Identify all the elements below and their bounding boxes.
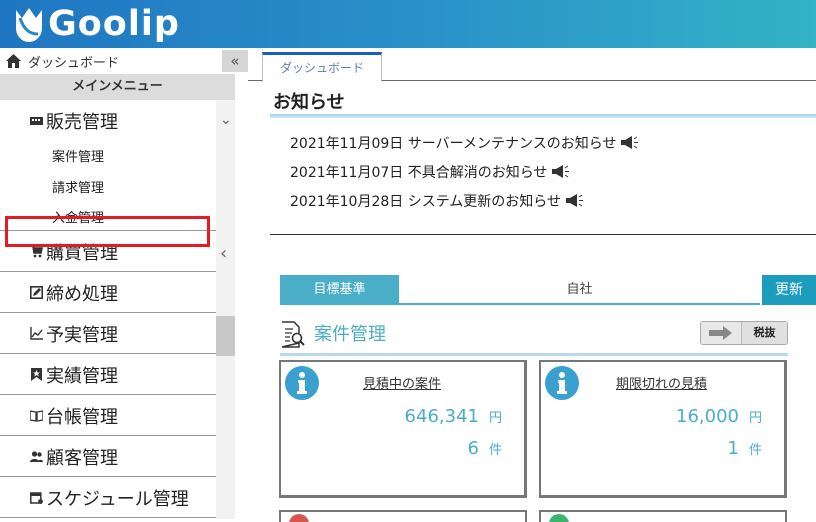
menu-item-closing-label: 締め処理 <box>46 284 118 305</box>
sidebar-scrollbar[interactable] <box>216 100 235 519</box>
card-title-link[interactable]: 見積中の案件 <box>363 373 441 392</box>
highlight-box <box>5 216 210 247</box>
megaphone-icon <box>552 165 570 178</box>
card-partial <box>539 510 787 522</box>
menu-item-results[interactable]: 実績管理 <box>0 354 216 395</box>
update-button[interactable]: 更新 <box>762 275 816 305</box>
submenu-projects[interactable]: 案件管理 <box>52 146 104 165</box>
sidebar: ダッシュボード « メインメニュー 販売管理 案件管理 請求管理 入金管理 購買… <box>0 48 248 519</box>
edit-icon <box>30 286 43 299</box>
logo-text: Goolip <box>48 4 180 44</box>
notice-list: 2021年11月09日 サーバーメンテナンスのお知らせ 2021年11月07日 … <box>290 128 640 215</box>
menu-item-budget[interactable]: 予実管理 <box>0 313 216 354</box>
tax-toggle[interactable]: 税抜 <box>700 321 788 345</box>
card-title-link[interactable]: 期限切れの見積 <box>616 373 707 392</box>
notice-text: 2021年11月07日 不具合解消のお知らせ <box>290 164 548 181</box>
app-header: Goolip <box>0 0 816 48</box>
notice-text: 2021年11月09日 サーバーメンテナンスのお知らせ <box>290 135 617 152</box>
menu-item-customers-label: 顧客管理 <box>46 448 118 469</box>
amount-unit: 円 <box>748 411 762 426</box>
sidebar-collapse-button[interactable]: « <box>222 50 248 72</box>
submenu-billing[interactable]: 請求管理 <box>52 177 104 196</box>
megaphone-icon <box>621 136 639 149</box>
count-value: 1 <box>727 438 739 459</box>
chart-icon <box>30 327 43 340</box>
card-count: 1件 <box>728 438 762 459</box>
menu-item-sales-header[interactable]: 販売管理 <box>0 100 216 141</box>
menu-item-schedule-label: スケジュール管理 <box>46 489 189 510</box>
chevron-down-icon[interactable]: ⌄ <box>220 112 232 128</box>
count-unit: 件 <box>488 443 502 458</box>
notice-title: お知らせ <box>273 92 345 113</box>
card-amount: 16,000 円 <box>676 406 762 427</box>
main-menu: 販売管理 案件管理 請求管理 入金管理 購買管理 締め処理 予実管理 実績管理 … <box>0 100 216 518</box>
menu-item-closing[interactable]: 締め処理 <box>0 272 216 313</box>
document-search-icon <box>281 321 305 348</box>
section-underline <box>280 353 788 356</box>
tab-bar: ダッシュボード <box>248 48 816 82</box>
notice-text: 2021年10月28日 システム更新のお知らせ <box>290 193 562 210</box>
menu-item-budget-label: 予実管理 <box>46 325 118 346</box>
status-icon <box>549 514 569 522</box>
count-unit: 件 <box>748 443 762 458</box>
logo[interactable]: Goolip <box>12 2 180 46</box>
dashboard-link-label: ダッシュボード <box>28 56 120 71</box>
megaphone-icon <box>566 194 584 207</box>
sidebar-dashboard-link[interactable]: ダッシュボード <box>0 48 248 74</box>
notice-title-underline <box>270 114 816 118</box>
menu-item-sales: 販売管理 案件管理 請求管理 入金管理 <box>0 100 216 231</box>
tulip-logo-icon <box>16 8 42 42</box>
amount-unit: 円 <box>488 411 502 426</box>
amount-value: 16,000 <box>676 406 739 427</box>
arrow-right-icon <box>701 322 741 344</box>
notice-item[interactable]: 2021年11月07日 不具合解消のお知らせ <box>290 157 640 186</box>
notice-item[interactable]: 2021年10月28日 システム更新のお知らせ <box>290 186 640 215</box>
book-icon <box>30 410 43 422</box>
home-icon <box>6 54 21 68</box>
users-icon <box>30 451 43 462</box>
register-icon <box>30 117 43 125</box>
card-partial <box>279 510 527 522</box>
info-icon <box>545 366 579 400</box>
sidebar-scrollbar-thumb[interactable] <box>216 316 235 356</box>
tab-dashboard[interactable]: ダッシュボード <box>262 52 382 82</box>
notice-divider <box>270 234 816 235</box>
section-title: 案件管理 <box>314 324 386 345</box>
amount-value: 646,341 <box>404 406 479 427</box>
bookmark-icon <box>31 368 42 381</box>
segment-own-company[interactable]: 自社 <box>399 275 760 304</box>
status-icon <box>289 514 309 522</box>
card-amount: 646,341 円 <box>405 406 502 427</box>
basis-segmented-control: 目標基準 自社 <box>280 275 760 305</box>
main-content: ダッシュボード お知らせ 2021年11月09日 サーバーメンテナンスのお知らせ… <box>248 48 816 522</box>
menu-item-results-label: 実績管理 <box>46 366 118 387</box>
info-icon <box>285 366 319 400</box>
main-menu-heading: メインメニュー <box>0 74 235 100</box>
calendar-icon <box>30 492 43 504</box>
card-expired-quotes: 期限切れの見積 16,000 円 1件 <box>539 360 787 498</box>
menu-item-ledger-label: 台帳管理 <box>46 407 118 428</box>
tax-toggle-label: 税抜 <box>741 322 787 344</box>
card-count: 6件 <box>468 438 502 459</box>
menu-item-customers[interactable]: 顧客管理 <box>0 436 216 477</box>
count-value: 6 <box>467 438 479 459</box>
menu-item-sales-label: 販売管理 <box>46 112 118 133</box>
segment-target-basis[interactable]: 目標基準 <box>280 275 399 304</box>
menu-item-schedule[interactable]: スケジュール管理 <box>0 477 216 518</box>
chevron-left-icon[interactable]: ‹ <box>220 243 227 264</box>
menu-item-ledger[interactable]: 台帳管理 <box>0 395 216 436</box>
notice-item[interactable]: 2021年11月09日 サーバーメンテナンスのお知らせ <box>290 128 640 157</box>
card-quoting-projects: 見積中の案件 646,341 円 6件 <box>279 360 527 498</box>
